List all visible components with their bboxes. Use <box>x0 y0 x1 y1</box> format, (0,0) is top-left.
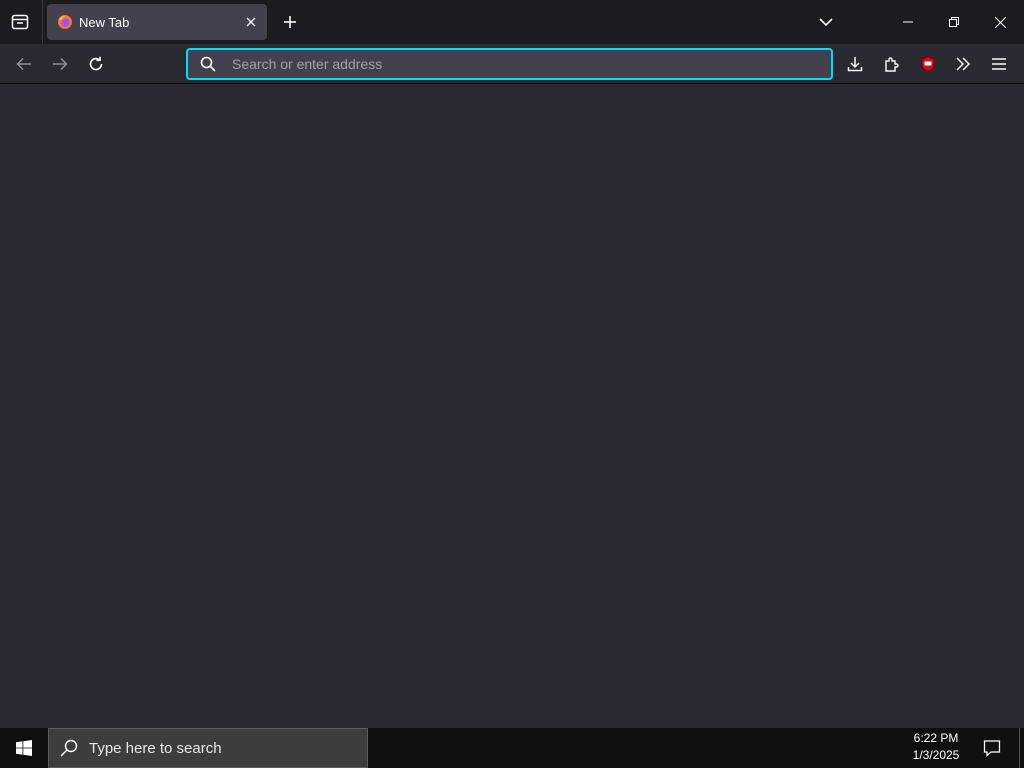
tab-title: New Tab <box>79 14 130 30</box>
notification-center-button[interactable] <box>976 728 1008 768</box>
chevron-down-icon <box>819 18 833 27</box>
close-icon <box>995 16 1006 28</box>
start-button[interactable] <box>0 728 48 768</box>
restore-icon <box>949 17 959 27</box>
taskbar-search-placeholder: Type here to search <box>89 739 222 757</box>
double-chevron-icon <box>956 57 971 71</box>
tab-new-tab[interactable]: New Tab <box>47 4 267 40</box>
tab-strip-separator <box>42 0 43 44</box>
clock-time: 6:22 PM <box>913 731 959 745</box>
downloads-button[interactable] <box>839 48 871 80</box>
minimize-icon <box>903 21 913 23</box>
system-clock[interactable]: 6:22 PM 1/3/2025 <box>904 730 968 766</box>
forward-button[interactable] <box>44 48 76 80</box>
minimize-button[interactable] <box>885 0 931 44</box>
extensions-button[interactable] <box>876 48 908 80</box>
address-bar[interactable] <box>186 48 833 80</box>
restore-button[interactable] <box>931 0 977 44</box>
page-content <box>0 85 1024 728</box>
ublock-origin-button[interactable] <box>912 48 944 80</box>
hamburger-icon <box>992 58 1006 70</box>
navigation-toolbar <box>0 44 1024 84</box>
tab-close-button[interactable] <box>239 10 263 34</box>
taskbar-search-box[interactable]: Type here to search <box>48 728 368 768</box>
puzzle-icon <box>885 57 899 72</box>
search-icon <box>59 738 79 758</box>
tab-strip: New Tab <box>0 0 1024 44</box>
reload-button[interactable] <box>80 48 112 80</box>
tab-manager-button[interactable] <box>4 6 36 38</box>
close-window-button[interactable] <box>977 0 1024 44</box>
close-icon <box>246 17 256 27</box>
arrow-right-icon <box>53 57 68 71</box>
more-tools-button[interactable] <box>947 48 979 80</box>
search-icon <box>198 54 218 74</box>
notification-icon <box>983 740 1001 757</box>
app-menu-button[interactable] <box>983 48 1015 80</box>
windows-icon <box>16 740 32 756</box>
list-all-tabs-button[interactable] <box>810 6 842 38</box>
new-tab-button[interactable] <box>274 6 306 38</box>
show-desktop-button[interactable] <box>1019 728 1024 768</box>
tab-manager-icon <box>11 14 29 30</box>
reload-icon <box>89 56 103 71</box>
firefox-icon <box>58 15 72 29</box>
taskbar: Type here to search 6:22 PM 1/3/2025 <box>0 728 1024 768</box>
clock-date: 1/3/2025 <box>912 748 960 762</box>
arrow-left-icon <box>16 57 31 71</box>
address-input[interactable] <box>232 56 831 72</box>
ublock-origin-icon <box>921 56 935 72</box>
plus-icon <box>284 16 296 28</box>
back-button[interactable] <box>8 48 40 80</box>
download-icon <box>847 57 863 72</box>
